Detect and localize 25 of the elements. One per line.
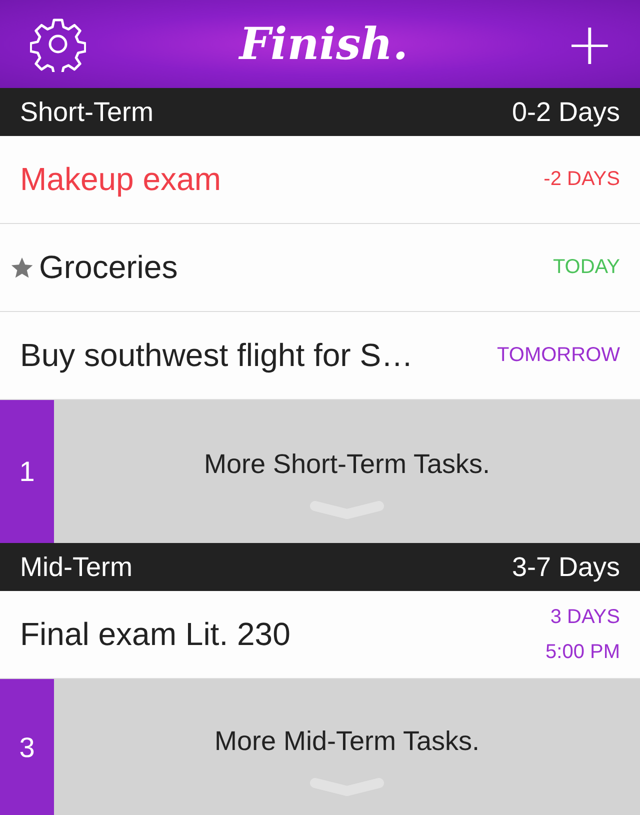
settings-icon[interactable] — [30, 16, 86, 72]
task-row[interactable]: Final exam Lit. 230 3 DAYS 5:00 PM — [0, 591, 640, 679]
task-title: Makeup exam — [19, 161, 222, 198]
task-title: Groceries — [39, 249, 179, 286]
task-row[interactable]: Buy southwest flight for S… TOMORROW — [0, 312, 640, 400]
due-label: TOMORROW — [497, 344, 620, 367]
star-icon — [10, 256, 34, 280]
app-logo: Finish. — [239, 18, 408, 70]
more-label: More Mid-Term Tasks. — [214, 726, 480, 756]
section-title: Short-Term — [20, 96, 154, 128]
due-label: TODAY — [552, 256, 620, 279]
section-range: 0-2 Days — [512, 96, 620, 128]
section-range: 3-7 Days — [512, 552, 620, 582]
task-title: Final exam Lit. 230 — [19, 616, 292, 653]
task-title: Buy southwest flight for S… — [19, 337, 414, 374]
task-count: 3 — [0, 679, 54, 815]
due-label: -2 DAYS — [544, 168, 620, 191]
due-label: 3 DAYS — [550, 606, 620, 628]
section-title: Mid-Term — [20, 552, 132, 582]
task-count: 1 — [0, 400, 54, 543]
due-time: 5:00 PM — [546, 640, 620, 664]
task-row[interactable]: Makeup exam -2 DAYS — [0, 136, 640, 224]
task-row[interactable]: Groceries TODAY — [0, 224, 640, 312]
more-label: More Short-Term Tasks. — [204, 449, 490, 480]
add-button[interactable]: + — [561, 15, 618, 73]
